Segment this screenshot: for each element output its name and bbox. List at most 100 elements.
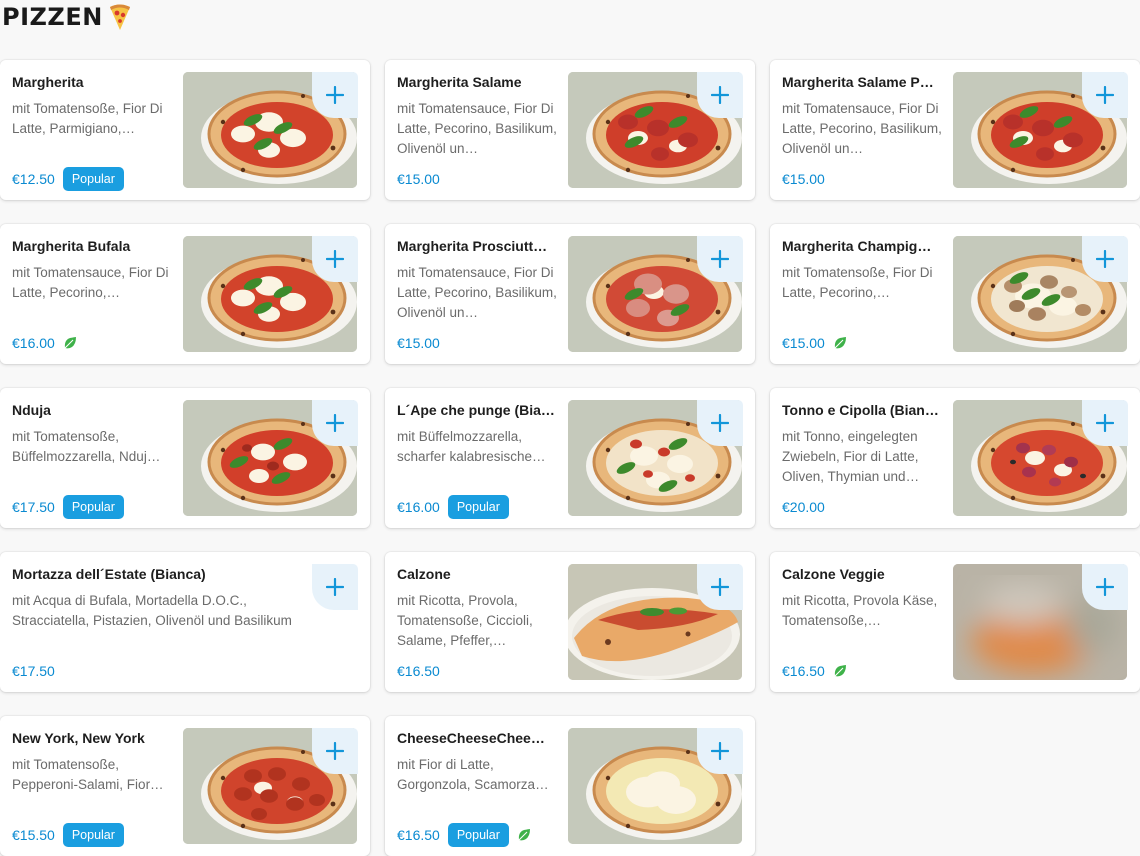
product-description: mit Tomatensoße, Fior Di Latte, Parmigia… <box>12 101 163 136</box>
product-description: mit Ricotta, Provola Käse, Tomatensoße,… <box>782 593 938 628</box>
price-row: €15.00 <box>782 166 825 192</box>
plus-icon <box>711 250 729 268</box>
product-info: Tonno e Cipolla (Bian… mit Tonno, eingel… <box>782 402 944 520</box>
product-price: €17.50 <box>12 499 55 515</box>
product-description: mit Tomatensauce, Fior Di Latte, Pecorin… <box>397 101 557 156</box>
product-card[interactable]: Mortazza dell´Estate (Bianca) mit Acqua … <box>0 552 370 692</box>
product-card[interactable]: CheeseCheeseChee… mit Fior di Latte, Gor… <box>385 716 755 856</box>
product-description: mit Tomatensoße, Büffelmozzarella, Nduj… <box>12 429 161 464</box>
product-info: Margherita Bufala mit Tomatensauce, Fior… <box>12 238 174 356</box>
add-to-cart-button[interactable] <box>312 728 358 774</box>
price-row: €16.00 <box>12 330 77 356</box>
product-description: mit Tomatensauce, Fior Di Latte, Pecorin… <box>782 101 942 156</box>
plus-icon <box>1096 250 1114 268</box>
add-to-cart-button[interactable] <box>1082 400 1128 446</box>
product-price: €15.00 <box>397 335 440 351</box>
vegetarian-leaf-icon <box>834 665 846 677</box>
plus-icon <box>326 578 344 596</box>
product-description: mit Tomatensauce, Fior Di Latte, Pecorin… <box>397 265 557 320</box>
product-name: Calzone Veggie <box>782 566 885 582</box>
product-card[interactable]: Calzone Veggie mit Ricotta, Provola Käse… <box>770 552 1140 692</box>
product-card[interactable]: New York, New York mit Tomatensoße, Pepp… <box>0 716 370 856</box>
plus-icon <box>326 250 344 268</box>
add-to-cart-button[interactable] <box>697 400 743 446</box>
add-to-cart-button[interactable] <box>1082 72 1128 118</box>
add-to-cart-button[interactable] <box>312 72 358 118</box>
plus-icon <box>711 414 729 432</box>
product-card[interactable]: Margherita mit Tomatensoße, Fior Di Latt… <box>0 60 370 200</box>
product-price: €16.50 <box>397 663 440 679</box>
product-name: Mortazza dell´Estate (Bianca) <box>12 566 206 582</box>
plus-icon <box>326 86 344 104</box>
product-card[interactable]: Margherita Salame mit Tomatensauce, Fior… <box>385 60 755 200</box>
product-description: mit Tonno, eingelegten Zwiebeln, Fior di… <box>782 429 920 484</box>
product-card[interactable]: Nduja mit Tomatensoße, Büffelmozzarella,… <box>0 388 370 528</box>
vegetarian-leaf-icon <box>64 337 76 349</box>
product-info: Margherita Prosciutt… mit Tomatensauce, … <box>397 238 559 356</box>
price-row: €15.00 <box>397 166 440 192</box>
plus-icon <box>1096 86 1114 104</box>
product-name: Margherita Bufala <box>12 238 131 254</box>
plus-icon <box>326 742 344 760</box>
product-info: Margherita Champig… mit Tomatensoße, Fio… <box>782 238 944 356</box>
product-price: €15.00 <box>782 171 825 187</box>
plus-icon <box>1096 578 1114 596</box>
product-price: €16.00 <box>397 499 440 515</box>
pizza-slice-icon <box>109 4 130 30</box>
product-name: CheeseCheeseChee… <box>397 730 545 746</box>
add-to-cart-button[interactable] <box>312 400 358 446</box>
product-name: Margherita Champig… <box>782 238 932 254</box>
product-card[interactable]: L´Ape che punge (Bia… mit Büffelmozzarel… <box>385 388 755 528</box>
popular-badge: Popular <box>62 167 124 191</box>
add-to-cart-button[interactable] <box>312 564 358 610</box>
vegetarian-leaf-icon <box>518 829 530 841</box>
add-to-cart-button[interactable] <box>312 236 358 282</box>
price-row: €15.00 <box>782 330 847 356</box>
product-card[interactable]: Margherita Bufala mit Tomatensauce, Fior… <box>0 224 370 364</box>
product-name: Nduja <box>12 402 51 418</box>
price-row: €16.50 <box>397 658 440 684</box>
product-description: mit Fior di Latte, Gorgonzola, Scamorza… <box>397 757 549 792</box>
product-price: €16.50 <box>397 827 440 843</box>
price-row: €15.00 <box>397 330 440 356</box>
popular-badge: Popular <box>447 495 509 519</box>
product-description: mit Tomatensauce, Fior Di Latte, Pecorin… <box>12 265 169 300</box>
plus-icon <box>326 414 344 432</box>
product-description: mit Acqua di Bufala, Mortadella D.O.C., … <box>12 593 292 628</box>
product-price: €15.00 <box>397 171 440 187</box>
product-name: L´Ape che punge (Bia… <box>397 402 555 418</box>
product-card[interactable]: Calzone mit Ricotta, Provola, Tomatensoß… <box>385 552 755 692</box>
add-to-cart-button[interactable] <box>697 728 743 774</box>
add-to-cart-button[interactable] <box>697 72 743 118</box>
product-card[interactable]: Margherita Prosciutt… mit Tomatensauce, … <box>385 224 755 364</box>
product-name: Calzone <box>397 566 451 582</box>
plus-icon <box>711 742 729 760</box>
price-row: €17.50 <box>12 658 55 684</box>
popular-badge: Popular <box>447 823 509 847</box>
product-card[interactable]: Tonno e Cipolla (Bian… mit Tonno, eingel… <box>770 388 1140 528</box>
product-name: Margherita Salame P… <box>782 74 934 90</box>
product-info: Margherita Salame mit Tomatensauce, Fior… <box>397 74 559 192</box>
product-price: €15.00 <box>782 335 825 351</box>
product-price: €16.50 <box>782 663 825 679</box>
popular-badge: Popular <box>62 495 124 519</box>
product-price: €12.50 <box>12 171 55 187</box>
vegetarian-leaf-icon <box>834 337 846 349</box>
product-card[interactable]: Margherita Champig… mit Tomatensoße, Fio… <box>770 224 1140 364</box>
product-name: Margherita <box>12 74 84 90</box>
product-card[interactable]: Margherita Salame P… mit Tomatensauce, F… <box>770 60 1140 200</box>
product-price: €16.00 <box>12 335 55 351</box>
price-row: €17.50 Popular <box>12 494 124 520</box>
section-title: PIZZEN <box>2 3 103 31</box>
add-to-cart-button[interactable] <box>1082 564 1128 610</box>
product-info: Margherita Salame P… mit Tomatensauce, F… <box>782 74 944 192</box>
product-price: €20.00 <box>782 499 825 515</box>
add-to-cart-button[interactable] <box>697 236 743 282</box>
add-to-cart-button[interactable] <box>697 564 743 610</box>
product-description: mit Tomatensoße, Fior Di Latte, Pecorino… <box>782 265 933 300</box>
product-info: Calzone mit Ricotta, Provola, Tomatensoß… <box>397 566 559 684</box>
product-info: Nduja mit Tomatensoße, Büffelmozzarella,… <box>12 402 174 520</box>
product-info: Mortazza dell´Estate (Bianca) mit Acqua … <box>12 566 302 684</box>
add-to-cart-button[interactable] <box>1082 236 1128 282</box>
product-price: €17.50 <box>12 663 55 679</box>
